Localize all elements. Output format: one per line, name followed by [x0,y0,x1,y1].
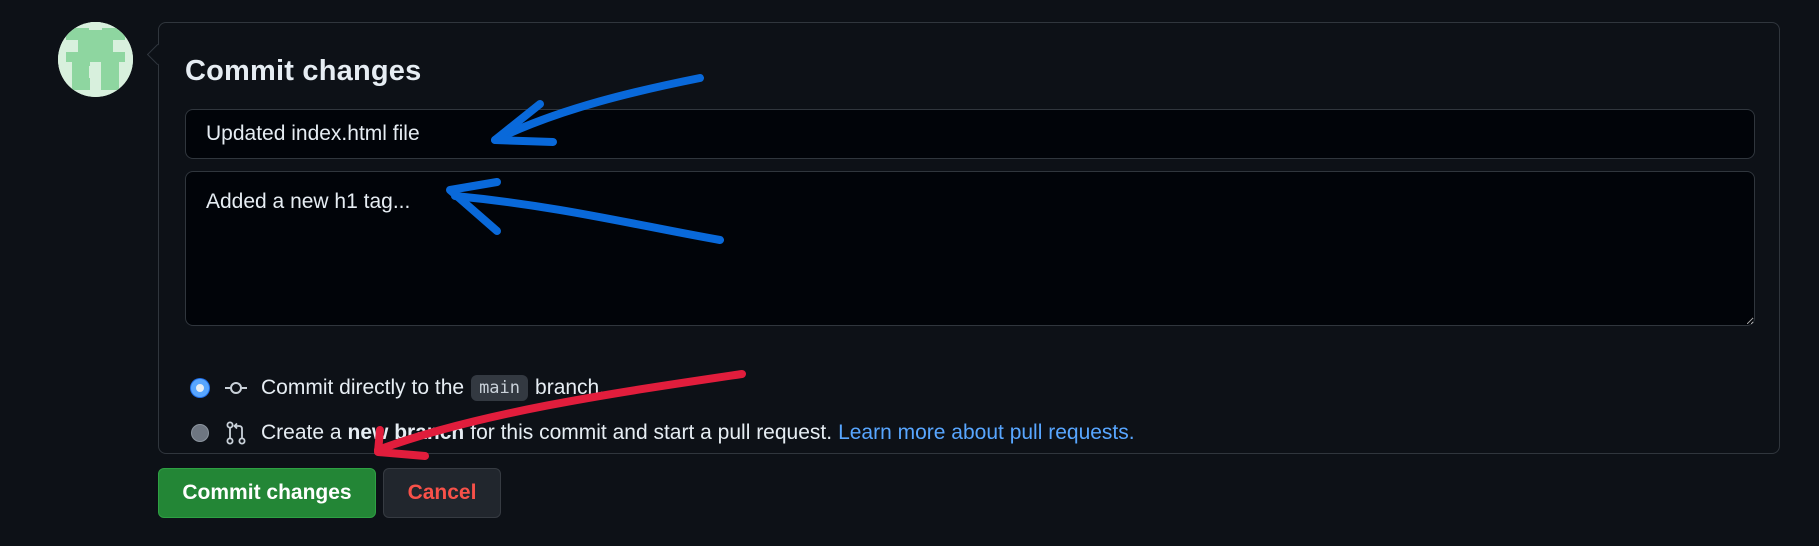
cancel-button[interactable]: Cancel [383,468,501,518]
new-branch-bold: new branch [347,421,465,444]
commit-direct-suffix: branch. [535,376,606,399]
identicon-icon [58,22,133,97]
page-title: Commit changes [185,55,422,87]
git-commit-icon [223,376,249,400]
commit-direct-radio[interactable] [191,379,209,397]
commit-changes-button[interactable]: Commit changes [158,468,376,518]
panel-caret [146,43,169,66]
new-branch-option[interactable]: Create a new branch for this commit and … [191,421,1135,445]
commit-direct-prefix: Commit directly to the [261,376,465,399]
new-branch-radio[interactable] [191,424,209,442]
branch-name-code: main [471,375,529,401]
new-branch-suffix: for this commit and start a pull request… [470,421,833,444]
learn-more-link[interactable]: Learn more about pull requests. [838,421,1135,445]
commit-panel: Commit changes Added a new h1 tag... Com… [146,22,1780,454]
commit-summary-input[interactable] [185,109,1755,159]
commit-direct-option[interactable]: Commit directly to the main branch. [191,375,605,401]
git-pull-request-icon [223,421,249,445]
new-branch-prefix: Create a [261,421,342,444]
avatar [58,22,133,97]
commit-description-textarea[interactable]: Added a new h1 tag... [185,171,1755,326]
